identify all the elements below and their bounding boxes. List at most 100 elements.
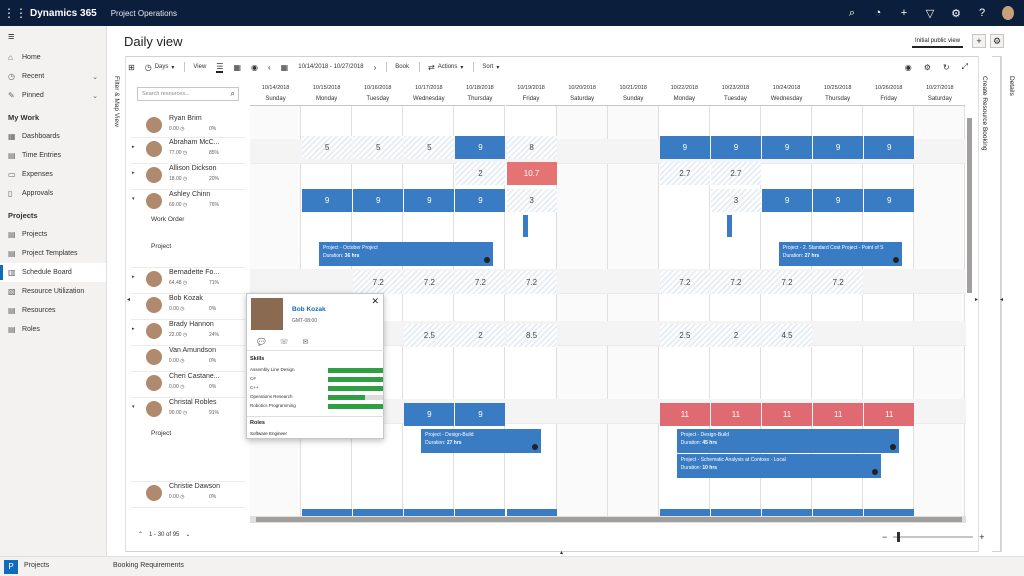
assistant-icon[interactable]: ◔ bbox=[872, 7, 884, 19]
chevron-up-icon[interactable]: ⌃ bbox=[138, 531, 143, 538]
nav-dashboards[interactable]: ▦ Dashboards bbox=[0, 127, 106, 146]
zoom-handle[interactable] bbox=[897, 532, 901, 542]
prev-icon[interactable]: ‹ bbox=[268, 63, 271, 72]
new-icon[interactable]: + bbox=[898, 7, 910, 19]
booking-cell[interactable]: 7.2 bbox=[404, 271, 455, 294]
avatar[interactable] bbox=[145, 322, 163, 340]
booking-cell[interactable] bbox=[455, 509, 506, 516]
resource-row[interactable]: ▾ Ashley Chinn 69.00 ◷ 76% bbox=[131, 190, 245, 268]
booking-cell[interactable]: 2 bbox=[455, 162, 506, 185]
resource-name[interactable]: Ashley Chinn bbox=[169, 191, 210, 198]
avatar[interactable] bbox=[145, 400, 163, 418]
close-icon[interactable]: ✕ bbox=[371, 296, 379, 307]
avatar[interactable] bbox=[145, 374, 163, 392]
resource-name[interactable]: Van Amundson bbox=[169, 347, 216, 354]
nav-projects[interactable]: ▤ Projects bbox=[0, 225, 106, 244]
booking-cell[interactable]: 11 bbox=[710, 403, 761, 426]
booking-cell[interactable]: 9 bbox=[762, 189, 813, 212]
vertical-scrollbar[interactable] bbox=[967, 114, 973, 518]
collapse-right-icon[interactable]: ▸ bbox=[975, 296, 981, 304]
booking-cell[interactable]: 7.2 bbox=[353, 271, 404, 294]
nav-resources[interactable]: ▤ Resources bbox=[0, 301, 106, 320]
avatar[interactable] bbox=[145, 348, 163, 366]
booking-cell[interactable]: 10.7 bbox=[506, 162, 557, 185]
avatar[interactable] bbox=[145, 484, 163, 502]
nav-recent[interactable]: ◷ Recent ⌄ bbox=[0, 67, 106, 86]
project-booking[interactable]: Project - Design-Build Duration: 45 hrs bbox=[676, 429, 899, 453]
resource-name[interactable]: Allison Dickson bbox=[169, 165, 216, 172]
zoom-in-icon[interactable]: + bbox=[979, 532, 984, 542]
booking-cell[interactable]: 2.7 bbox=[710, 162, 761, 185]
create-booking-strip[interactable]: Create Resource Booking bbox=[978, 56, 992, 552]
booking-cell[interactable]: 4.5 bbox=[762, 324, 813, 347]
refresh-icon[interactable]: ↻ bbox=[943, 63, 950, 72]
resource-name[interactable]: Bernadette Fo... bbox=[169, 269, 219, 276]
list-view-icon[interactable]: ☰ bbox=[216, 62, 224, 73]
nav-roles[interactable]: ▤ Roles bbox=[0, 320, 106, 339]
booking-cell[interactable]: 9 bbox=[455, 189, 506, 212]
booking-cell[interactable]: 8 bbox=[506, 136, 557, 159]
nav-expenses[interactable]: ▭ Expenses bbox=[0, 165, 106, 184]
collapse-icon[interactable]: ▾ bbox=[132, 196, 135, 202]
chevron-down-icon[interactable]: ⌄ bbox=[92, 92, 98, 100]
booking-cell[interactable] bbox=[506, 509, 557, 516]
chevron-down-icon[interactable]: ⌄ bbox=[92, 73, 98, 81]
user-avatar[interactable] bbox=[1002, 6, 1014, 20]
booking-cell[interactable]: 11 bbox=[813, 403, 864, 426]
resource-row[interactable]: Christie Dawson 0.00 ◷ 0% bbox=[131, 482, 245, 508]
booking-cell[interactable]: 11 bbox=[762, 403, 813, 426]
booking-cell[interactable] bbox=[813, 509, 864, 516]
actions-dropdown[interactable]: ⇄ Actions ▾ bbox=[428, 63, 463, 72]
booking-cell[interactable]: 11 bbox=[864, 403, 915, 426]
nav-project-templates[interactable]: ▤ Project Templates bbox=[0, 244, 106, 263]
resource-name[interactable]: Ryan Brim bbox=[169, 115, 202, 122]
resource-name[interactable]: Bob Kozak bbox=[169, 295, 203, 302]
mail-icon[interactable]: ✉ bbox=[302, 338, 308, 346]
booking-cell[interactable]: 2.5 bbox=[659, 324, 710, 347]
booking-cell[interactable]: 7.2 bbox=[455, 271, 506, 294]
booking-cell[interactable]: 7.2 bbox=[813, 271, 864, 294]
resource-row[interactable]: ▸ Bernadette Fo... 64.48 ◷ 71% bbox=[131, 268, 245, 294]
booking-cell[interactable]: 2.7 bbox=[659, 162, 710, 185]
booking-cell[interactable] bbox=[404, 509, 455, 516]
calendar-icon[interactable]: ▦ bbox=[281, 63, 289, 72]
add-tab-button[interactable]: + bbox=[972, 34, 986, 48]
scroll-thumb[interactable] bbox=[967, 118, 972, 293]
project-booking[interactable]: Project - Design-Build Duration: 27 hrs bbox=[421, 429, 542, 453]
resource-name[interactable]: Brady Hannon bbox=[169, 321, 214, 328]
app-launcher-icon[interactable]: ⋮⋮ bbox=[0, 6, 30, 20]
booking-requirements-tab[interactable]: Booking Requirements bbox=[113, 562, 184, 569]
nav-home[interactable]: ⌂ Home bbox=[0, 48, 106, 67]
booking-cell[interactable]: 2 bbox=[455, 324, 506, 347]
booking-cell[interactable]: 9 bbox=[813, 136, 864, 159]
grid-view-icon[interactable]: ▦ bbox=[233, 63, 241, 72]
booking-cell[interactable]: 9 bbox=[455, 136, 506, 159]
booking-cell[interactable]: 9 bbox=[302, 189, 353, 212]
board-settings-button[interactable]: ⚙ bbox=[990, 34, 1004, 48]
project-booking[interactable]: Project - Schematic Analysis at Contoso … bbox=[676, 454, 882, 478]
resource-name[interactable]: Abraham McC... bbox=[169, 139, 220, 146]
project-booking[interactable]: Project - 2. Standard Cost Project - Poi… bbox=[778, 242, 902, 266]
zoom-slider[interactable] bbox=[893, 532, 974, 542]
booking-cell[interactable] bbox=[353, 509, 404, 516]
avatar[interactable] bbox=[145, 116, 163, 134]
resource-name[interactable]: Cheri Castane... bbox=[169, 373, 220, 380]
expand-icon[interactable]: ▸ bbox=[132, 274, 135, 280]
scroll-thumb[interactable] bbox=[256, 517, 962, 522]
booking-cell[interactable]: 5 bbox=[353, 136, 404, 159]
hamburger-icon[interactable]: ≡ bbox=[0, 26, 106, 48]
help-icon[interactable]: ? bbox=[976, 7, 988, 19]
search-icon[interactable]: ⌕ bbox=[231, 89, 235, 99]
project-booking[interactable]: Project - October Project Duration: 36 hr… bbox=[318, 242, 493, 266]
area-switcher[interactable]: Projects bbox=[24, 562, 49, 569]
booking-cell[interactable]: 9 bbox=[762, 136, 813, 159]
booking-cell[interactable]: 8.5 bbox=[506, 324, 557, 347]
booking-cell[interactable]: 9 bbox=[710, 136, 761, 159]
resource-row[interactable]: ▸ Allison Dickson 18.00 ◷ 20% bbox=[131, 164, 245, 190]
filter-map-strip[interactable]: Filter & Map View bbox=[112, 56, 126, 552]
gear-icon[interactable]: ⚙ bbox=[924, 63, 931, 72]
resource-row[interactable]: Ryan Brim 0.00 ◷ 0% bbox=[131, 114, 245, 138]
resource-row[interactable]: Van Amundson 0.00 ◷ 0% bbox=[131, 346, 245, 372]
booking-cell[interactable]: 7.2 bbox=[710, 271, 761, 294]
expand-icon[interactable]: ▸ bbox=[132, 170, 135, 176]
